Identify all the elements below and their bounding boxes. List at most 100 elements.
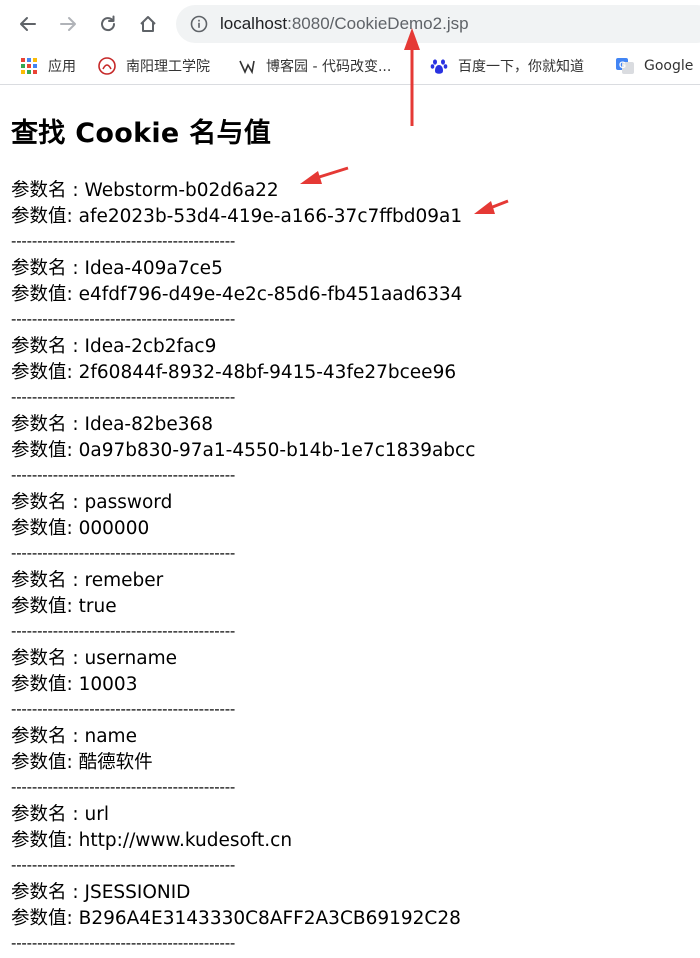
- url-path: :8080/CookieDemo2.jsp: [287, 14, 469, 33]
- bookmark-nyist[interactable]: 南阳理工学院: [98, 56, 210, 76]
- cookie-value-line: 参数值: 0a97b830-97a1-4550-b14b-1e7c1839abc…: [11, 438, 475, 464]
- cookie-name-line: 参数名 : name: [11, 724, 475, 750]
- cookie-value-label: 参数值:: [11, 596, 79, 617]
- cookie-name-line: 参数名 : url: [11, 802, 475, 828]
- cookie-value-line: 参数值: 2f60844f-8932-48bf-9415-43fe27bcee9…: [11, 360, 475, 386]
- cookie-name-line: 参数名 : username: [11, 646, 475, 672]
- address-bar[interactable]: localhost:8080/CookieDemo2.jsp: [176, 5, 700, 43]
- cookie-value: http://www.kudesoft.cn: [78, 830, 293, 851]
- cookie-value: B296A4E3143330C8AFF2A3CB69192C28: [78, 908, 461, 929]
- cookie-value-label: 参数值:: [11, 362, 79, 383]
- page-title: 查找 Cookie 名与值: [11, 118, 272, 149]
- url-host: localhost: [220, 14, 288, 33]
- cookie-name-label: 参数名 :: [11, 414, 85, 435]
- separator-line: ----------------------------------------…: [11, 856, 236, 874]
- separator-line: ----------------------------------------…: [11, 388, 236, 406]
- cookie-name: Idea-82be368: [84, 414, 214, 435]
- cookie-value-label: 参数值:: [11, 440, 79, 461]
- separator-line: ----------------------------------------…: [11, 544, 236, 562]
- bookmark-google[interactable]: G Google: [616, 56, 693, 76]
- cookie-entry: 参数名 : Idea-2cb2fac9 参数值: 2f60844f-8932-48…: [11, 334, 475, 412]
- annotation-arrow: [474, 199, 509, 214]
- cookie-value-line: 参数值: 000000: [11, 516, 475, 542]
- cookie-name-line: 参数名 : remeber: [11, 568, 475, 594]
- cookie-entry: 参数名 : Webstorm-b02d6a22 参数值: afe2023b-53d…: [11, 178, 475, 256]
- cookie-name-label: 参数名 :: [11, 180, 85, 201]
- apps-grid-icon: [20, 57, 38, 75]
- bookmark-baidu[interactable]: 百度一下，你就知道: [430, 56, 584, 76]
- cookie-entry: 参数名 : password 参数值: 000000 ---------------…: [11, 490, 475, 568]
- cookie-value-line: 参数值: B296A4E3143330C8AFF2A3CB69192C28: [11, 906, 475, 932]
- site-info-icon[interactable]: [190, 15, 208, 33]
- separator-line: ----------------------------------------…: [11, 778, 236, 796]
- url-text: localhost:8080/CookieDemo2.jsp: [220, 14, 469, 34]
- cookie-name: name: [84, 726, 137, 747]
- cookie-value: 10003: [78, 674, 138, 695]
- cookie-value-line: 参数值: afe2023b-53d4-419e-a166-37c7ffbd09a…: [11, 204, 475, 230]
- cookie-value-label: 参数值:: [11, 518, 79, 539]
- cookie-name-label: 参数名 :: [11, 804, 85, 825]
- cookie-value: 0a97b830-97a1-4550-b14b-1e7c1839abcc: [78, 440, 476, 461]
- cookie-value: 2f60844f-8932-48bf-9415-43fe27bcee96: [78, 362, 457, 383]
- cookie-name-label: 参数名 :: [11, 726, 85, 747]
- separator-line: ----------------------------------------…: [11, 232, 236, 250]
- cookie-value: true: [78, 596, 117, 617]
- bookmark-label: 应用: [48, 59, 76, 75]
- cookie-name-label: 参数名 :: [11, 570, 85, 591]
- cookie-name-label: 参数名 :: [11, 336, 85, 357]
- browser-toolbar: localhost:8080/CookieDemo2.jsp: [0, 0, 700, 48]
- cookie-name: Idea-2cb2fac9: [84, 336, 217, 357]
- separator-line: ----------------------------------------…: [11, 934, 236, 952]
- cookie-value-line: 参数值: http://www.kudesoft.cn: [11, 828, 475, 854]
- cookie-value: 000000: [78, 518, 150, 539]
- cookie-entry: 参数名 : Idea-82be368 参数值: 0a97b830-97a1-455…: [11, 412, 475, 490]
- cookie-name: password: [84, 492, 173, 513]
- cookie-name: url: [84, 804, 109, 825]
- forward-button[interactable]: [52, 8, 84, 40]
- cookie-value-line: 参数值: 10003: [11, 672, 475, 698]
- cookie-value-label: 参数值:: [11, 674, 79, 695]
- baidu-paw-icon: [430, 57, 448, 75]
- back-button[interactable]: [12, 8, 44, 40]
- cookie-entry: 参数名 : username 参数值: 10003 ----------------…: [11, 646, 475, 724]
- cookie-value-line: 参数值: true: [11, 594, 475, 620]
- page-content: 查找 Cookie 名与值 参数名 : Webstorm-b02d6a22 参数值…: [11, 112, 475, 958]
- bookmark-label: Google: [644, 58, 694, 74]
- separator-line: ----------------------------------------…: [11, 622, 236, 640]
- cookie-name: Webstorm-b02d6a22: [84, 180, 279, 201]
- cookie-name-label: 参数名 :: [11, 882, 85, 903]
- cookie-name-line: 参数名 : JSESSIONID: [11, 880, 475, 906]
- cookie-value: 酷德软件: [78, 752, 153, 773]
- cookie-name: username: [84, 648, 178, 669]
- bookmark-label: 南阳理工学院: [126, 59, 210, 75]
- bookmark-label: 博客园 - 代码改变...: [266, 59, 392, 75]
- reload-icon: [101, 15, 116, 32]
- cookie-entry: 参数名 : JSESSIONID 参数值: B296A4E3143330C8AFF…: [11, 880, 475, 958]
- cookie-value: e4fdf796-d49e-4e2c-85d6-fb451aad6334: [78, 284, 463, 305]
- bookmark-label: 百度一下，你就知道: [458, 59, 584, 75]
- cookie-name: remeber: [84, 570, 164, 591]
- school-logo-icon: [98, 57, 116, 75]
- cookie-name-line: 参数名 : Webstorm-b02d6a22: [11, 178, 475, 204]
- google-translate-icon: G: [616, 57, 634, 75]
- cookie-entry: 参数名 : remeber 参数值: true ------------------…: [11, 568, 475, 646]
- separator-line: ----------------------------------------…: [11, 700, 236, 718]
- cookie-name: JSESSIONID: [84, 882, 191, 903]
- cookie-value-label: 参数值:: [11, 284, 79, 305]
- cookie-value-line: 参数值: 酷德软件: [11, 750, 475, 776]
- bookmark-apps[interactable]: 应用: [20, 56, 76, 76]
- bookmark-cnblogs[interactable]: 博客园 - 代码改变...: [238, 56, 391, 76]
- cookie-entry: 参数名 : url 参数值: http://www.kudesoft.cn ----…: [11, 802, 475, 880]
- cookie-value: afe2023b-53d4-419e-a166-37c7ffbd09a1: [78, 206, 463, 227]
- cnblogs-icon: [238, 57, 256, 75]
- cookie-value-label: 参数值:: [11, 908, 79, 929]
- home-button[interactable]: [132, 8, 164, 40]
- separator-line: ----------------------------------------…: [11, 466, 236, 484]
- cookie-name-label: 参数名 :: [11, 492, 85, 513]
- separator-line: ----------------------------------------…: [11, 310, 236, 328]
- cookie-entry: 参数名 : name 参数值: 酷德软件 ---------------------…: [11, 724, 475, 802]
- bookmarks-bar: 应用 南阳理工学院 博客园 - 代码改变... 百度一下，你就知道 G Goog…: [0, 48, 700, 85]
- cookie-entry: 参数名 : Idea-409a7ce5 参数值: e4fdf796-d49e-4e…: [11, 256, 475, 334]
- cookie-name-line: 参数名 : Idea-409a7ce5: [11, 256, 475, 282]
- reload-button[interactable]: [92, 8, 124, 40]
